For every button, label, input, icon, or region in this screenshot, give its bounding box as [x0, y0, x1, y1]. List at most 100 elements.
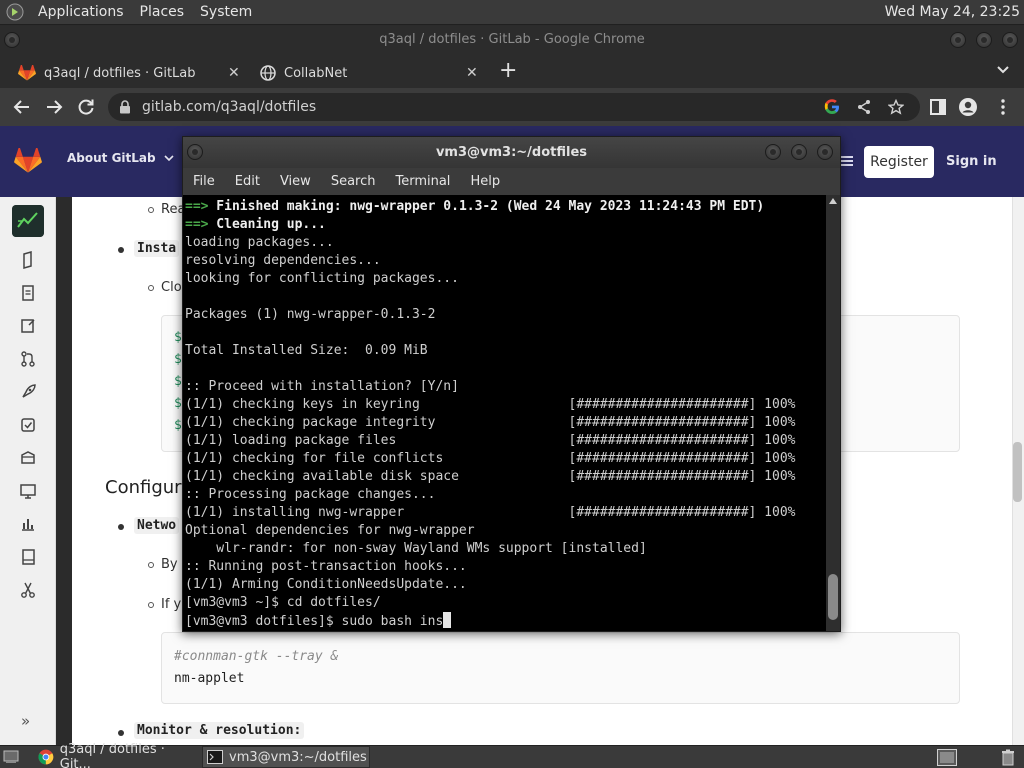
taskbar-item-terminal-label: vm3@vm3:~/dotfiles	[229, 749, 367, 765]
monitor-icon[interactable]	[19, 482, 37, 500]
terminal-line-text: :: Proceed with installation? [Y/n]	[185, 379, 459, 394]
show-desktop-icon[interactable]	[3, 749, 19, 765]
terminal-arrow-marker: ==>	[185, 217, 209, 232]
monitor-heading-code: Monitor & resolution:	[134, 722, 305, 739]
maximize-button[interactable]	[976, 32, 992, 48]
address-bar[interactable]: gitlab.com/q3aql/dotfiles	[108, 93, 920, 121]
terminal-line-text: [vm3@vm3 ~]$ cd dotfiles/	[185, 595, 381, 610]
expand-sidebar-icon[interactable]: »	[21, 712, 30, 730]
taskbar-item-terminal[interactable]: vm3@vm3:~/dotfiles	[202, 746, 370, 768]
code-block-network	[161, 632, 960, 704]
terminal-titlebar[interactable]: vm3@vm3:~/dotfiles	[183, 137, 840, 168]
terminal-screen[interactable]: ==> Finished making: nwg-wrapper 0.1.3-2…	[183, 195, 826, 631]
side-panel-icon[interactable]	[928, 97, 948, 117]
terminal-menu-search[interactable]: Search	[321, 168, 386, 195]
list-bullet	[148, 285, 154, 291]
about-gitlab-menu[interactable]: About GitLab	[67, 151, 174, 165]
analytics-icon[interactable]	[19, 515, 37, 533]
bookmark-star-icon[interactable]	[888, 99, 904, 115]
terminal-line-text: Cleaning up...	[208, 217, 326, 232]
google-icon[interactable]	[824, 99, 840, 115]
terminal-line: :: Proceed with installation? [Y/n]	[185, 378, 795, 396]
taskbar-item-chrome[interactable]: q3aql / dotfiles · Git...	[34, 742, 198, 768]
gitlab-project-sidebar	[0, 197, 56, 745]
panel-menu-places[interactable]: Places	[132, 0, 193, 25]
network-heading-code: Netwo	[134, 517, 180, 534]
sign-in-link[interactable]: Sign in	[946, 146, 997, 178]
tab-search-chevron-icon[interactable]	[996, 62, 1010, 76]
chevron-down-icon	[164, 155, 174, 162]
terminal-icon	[207, 750, 223, 764]
applications-logo-icon[interactable]	[6, 3, 24, 21]
lock-icon[interactable]	[119, 100, 131, 114]
tab-collabnet-close-icon[interactable]: ✕	[466, 65, 478, 81]
profile-avatar-icon[interactable]	[958, 97, 978, 117]
close-window-button[interactable]	[1002, 32, 1018, 48]
register-button[interactable]: Register	[864, 146, 934, 178]
terminal-menu-help[interactable]: Help	[460, 168, 510, 195]
terminal-line: [vm3@vm3 dotfiles]$ sudo bash ins	[185, 612, 795, 630]
reload-icon[interactable]	[76, 97, 96, 117]
share-icon[interactable]	[856, 99, 872, 115]
packages-icon[interactable]	[19, 449, 37, 467]
terminal-menu-file[interactable]: File	[183, 168, 225, 195]
list-item-by: By	[161, 557, 178, 572]
new-tab-button[interactable]: +	[499, 60, 517, 82]
terminal-line: [vm3@vm3 ~]$ cd dotfiles/	[185, 594, 795, 612]
list-bullet	[118, 524, 124, 530]
tab-gitlab-close-icon[interactable]: ✕	[228, 65, 240, 81]
forward-arrow-icon[interactable]	[44, 97, 64, 117]
panel-menu-system[interactable]: System	[192, 0, 260, 25]
operations-icon[interactable]	[19, 416, 37, 434]
scroll-up-arrow-icon[interactable]	[829, 198, 837, 204]
code-prompt: $	[174, 396, 182, 411]
trash-icon[interactable]	[1001, 749, 1015, 766]
url-text[interactable]: gitlab.com/q3aql/dotfiles	[142, 93, 316, 121]
project-info-icon[interactable]	[19, 251, 37, 269]
merge-requests-icon[interactable]	[19, 350, 37, 368]
wiki-icon[interactable]	[19, 548, 37, 566]
tab-gitlab[interactable]: q3aql / dotfiles · GitLab ✕	[8, 58, 244, 88]
terminal-close-button[interactable]	[817, 144, 833, 160]
terminal-menubar: File Edit View Search Terminal Help	[183, 168, 840, 195]
repository-icon[interactable]	[19, 284, 37, 302]
gitlab-logo-icon[interactable]	[14, 148, 42, 174]
issues-icon[interactable]	[19, 317, 37, 335]
chrome-titlebar[interactable]: q3aql / dotfiles · GitLab - Google Chrom…	[0, 26, 1024, 54]
terminal-line: Total Installed Size: 0.09 MiB	[185, 342, 795, 360]
terminal-minimize-button[interactable]	[765, 144, 781, 160]
terminal-line: (1/1) checking available disk space [###…	[185, 468, 795, 486]
code-command: nm-applet	[174, 671, 245, 686]
panel-clock[interactable]: Wed May 24, 23:25	[885, 0, 1020, 25]
project-avatar[interactable]	[12, 205, 44, 237]
workspace-switcher[interactable]	[937, 749, 957, 766]
panel-menu-applications[interactable]: Applications	[30, 0, 132, 25]
back-arrow-icon[interactable]	[12, 97, 32, 117]
chrome-toolbar: gitlab.com/q3aql/dotfiles	[0, 88, 1024, 126]
kebab-menu-icon[interactable]	[993, 97, 1013, 117]
terminal-line-text: looking for conflicting packages...	[185, 271, 459, 286]
bottom-taskbar: q3aql / dotfiles · Git... vm3@vm3:~/dotf…	[0, 742, 1024, 768]
terminal-line-text: resolving dependencies...	[185, 253, 381, 268]
list-bullet	[148, 602, 154, 608]
terminal-line-text: :: Processing package changes...	[185, 487, 436, 502]
tab-collabnet[interactable]: CollabNet ✕	[252, 58, 488, 88]
terminal-scrollbar[interactable]	[826, 195, 840, 631]
terminal-menu-terminal[interactable]: Terminal	[385, 168, 460, 195]
terminal-line: ==> Finished making: nwg-wrapper 0.1.3-2…	[185, 198, 795, 216]
taskbar-item-chrome-label: q3aql / dotfiles · Git...	[59, 742, 165, 768]
terminal-line-text: (1/1) checking available disk space [###…	[185, 469, 796, 484]
snippets-scissors-icon[interactable]	[19, 581, 37, 599]
page-scrollbar-thumb[interactable]	[1013, 442, 1022, 502]
minimize-button[interactable]	[950, 32, 966, 48]
about-gitlab-label: About GitLab	[67, 151, 156, 165]
terminal-menu-edit[interactable]: Edit	[225, 168, 270, 195]
deployments-rocket-icon[interactable]	[19, 383, 37, 401]
hamburger-menu-icon[interactable]	[841, 156, 853, 166]
terminal-menu-view[interactable]: View	[270, 168, 321, 195]
terminal-maximize-button[interactable]	[791, 144, 807, 160]
terminal-scrollbar-thumb[interactable]	[828, 574, 838, 620]
terminal-line: resolving dependencies...	[185, 252, 795, 270]
tab-gitlab-label: q3aql / dotfiles · GitLab	[44, 65, 196, 81]
